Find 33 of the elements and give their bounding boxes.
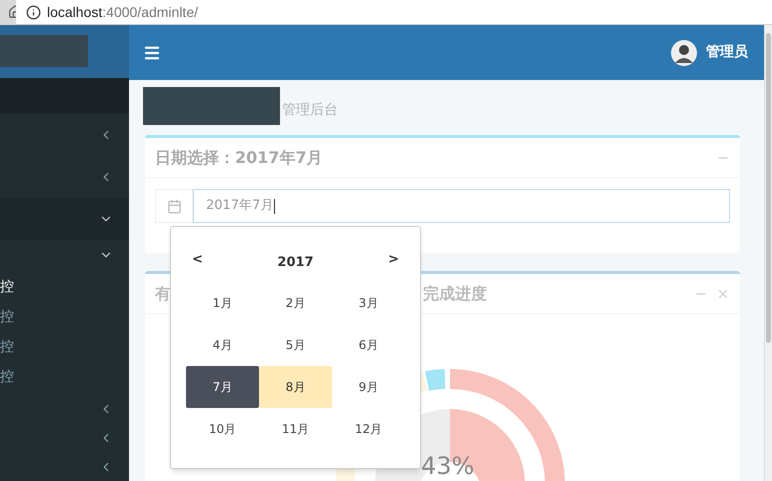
next-year-button[interactable]: > (388, 250, 399, 270)
month-cell[interactable]: 11月 (259, 408, 332, 450)
month-cell[interactable]: 2月 (259, 282, 332, 324)
month-cell[interactable]: 6月 (332, 324, 405, 366)
user-name[interactable]: 管理员 (706, 42, 748, 63)
home-icon[interactable] (0, 0, 16, 24)
info-icon[interactable] (26, 4, 41, 20)
url-text[interactable]: localhost:4000/adminlte/ (47, 2, 198, 22)
month-cell[interactable]: 7月 (186, 366, 259, 408)
card-title-end: 完成进度 (423, 282, 487, 304)
menu-icon[interactable] (143, 44, 161, 62)
month-cell[interactable]: 10月 (186, 408, 259, 450)
month-cell[interactable]: 3月 (332, 282, 405, 324)
month-cell[interactable]: 4月 (186, 324, 259, 366)
month-cell[interactable]: 12月 (332, 408, 405, 450)
month-cell[interactable]: 5月 (259, 324, 332, 366)
scrollbar[interactable] (764, 25, 772, 481)
month-cell[interactable]: 1月 (186, 282, 259, 324)
sidebar-subitem[interactable]: 控 (0, 272, 129, 302)
sidebar-subitem[interactable]: 控 (0, 302, 129, 332)
year-label[interactable]: 2017 (277, 252, 314, 272)
card-title-start: 有 (155, 282, 171, 304)
prev-year-button[interactable]: < (192, 250, 203, 270)
month-cell[interactable]: 8月 (259, 366, 332, 408)
calendar-icon (166, 198, 182, 214)
avatar-icon[interactable] (671, 40, 697, 66)
page-subtitle: 管理后台 (282, 101, 338, 120)
sidebar-subitem[interactable]: 控 (0, 332, 129, 362)
month-cell[interactable]: 9月 (332, 366, 405, 408)
sidebar-item[interactable] (0, 198, 129, 240)
percent-label: 43% (421, 454, 474, 478)
card-title: 日期选择：2017年7月 (155, 146, 324, 168)
sidebar-subitem[interactable]: 控 (0, 362, 129, 392)
